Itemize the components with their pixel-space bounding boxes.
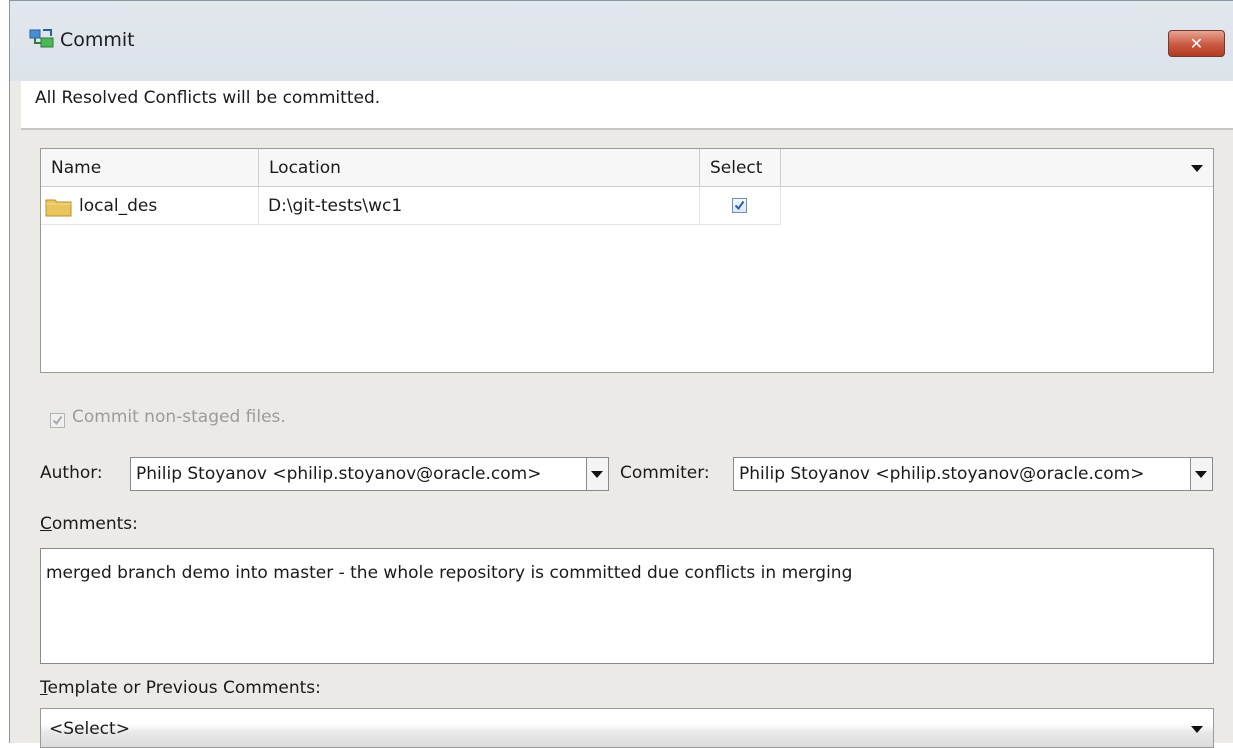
nonstaged-checkbox[interactable] <box>50 413 65 428</box>
commit-icon <box>29 29 54 48</box>
folder-icon <box>45 199 72 217</box>
comments-label: Comments: <box>40 514 138 534</box>
column-header-location[interactable]: Location <box>259 149 700 187</box>
author-label: Author: <box>40 463 103 483</box>
checkmark-icon <box>52 415 63 426</box>
chevron-down-icon[interactable] <box>1190 458 1212 490</box>
header-message: All Resolved Conflicts will be committed… <box>35 88 381 108</box>
template-select[interactable]: <Select> <box>40 708 1214 748</box>
author-value: Philip Stoyanov <philip.stoyanov@oracle.… <box>136 464 542 484</box>
author-combo[interactable]: Philip Stoyanov <philip.stoyanov@oracle.… <box>130 457 609 491</box>
chevron-down-icon[interactable] <box>586 458 608 490</box>
header-divider <box>21 128 1233 130</box>
nonstaged-label: Commit non-staged files. <box>72 407 286 427</box>
title-bar[interactable]: Commit ✕ <box>10 1 1233 81</box>
row-select-cell <box>700 187 781 225</box>
committer-value: Philip Stoyanov <philip.stoyanov@oracle.… <box>739 464 1145 484</box>
column-header-select[interactable]: Select <box>700 149 781 187</box>
column-header-name[interactable]: Name <box>41 149 259 187</box>
column-menu-icon[interactable] <box>1191 165 1203 172</box>
template-label: Template or Previous Comments: <box>40 678 321 698</box>
table-row[interactable]: local_des <box>41 187 259 225</box>
commit-dialog: Commit ✕ All Resolved Conflicts will be … <box>9 0 1233 748</box>
template-selected-value: <Select> <box>49 719 130 739</box>
close-button[interactable]: ✕ <box>1168 30 1225 57</box>
chevron-down-icon[interactable] <box>1191 726 1203 733</box>
committer-label: Commiter: <box>620 463 710 483</box>
close-icon: ✕ <box>1189 34 1204 53</box>
row-location: D:\git-tests\wc1 <box>259 187 700 225</box>
files-table[interactable]: Name Location Select local_des D:\git-te… <box>40 148 1214 373</box>
comments-value: merged branch demo into master - the who… <box>46 563 853 583</box>
column-header-filler <box>781 149 1213 187</box>
row-select-checkbox[interactable] <box>732 198 747 213</box>
row-name: local_des <box>79 196 158 216</box>
header-band: All Resolved Conflicts will be committed… <box>21 81 1233 128</box>
comments-textarea[interactable]: merged branch demo into master - the who… <box>40 548 1214 664</box>
committer-combo[interactable]: Philip Stoyanov <philip.stoyanov@oracle.… <box>733 457 1213 491</box>
dialog-title: Commit <box>60 29 135 51</box>
checkmark-icon <box>734 200 745 211</box>
